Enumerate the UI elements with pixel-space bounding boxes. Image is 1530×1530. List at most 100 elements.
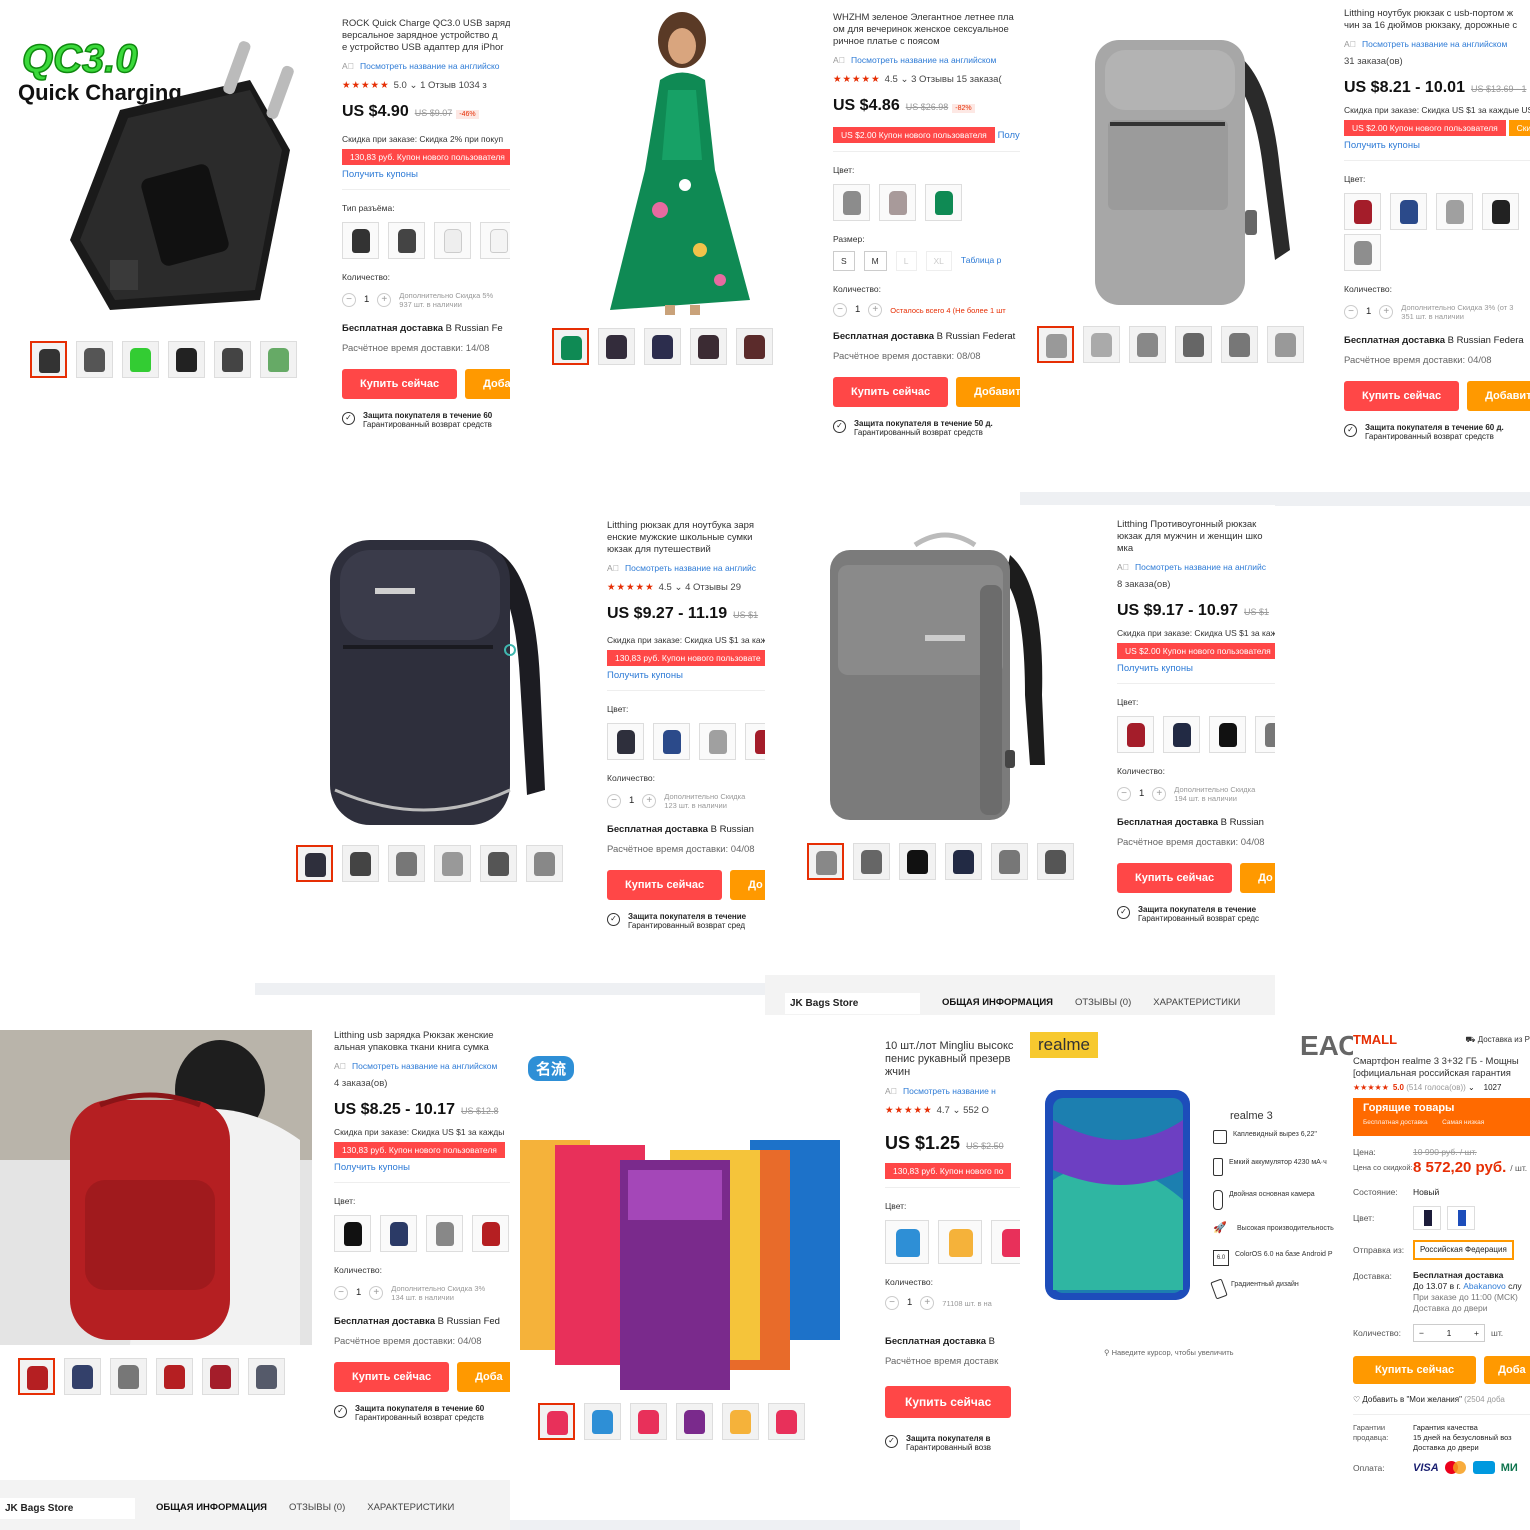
- color-swatch[interactable]: [1436, 193, 1473, 230]
- thumbnail[interactable]: [598, 328, 635, 365]
- color-swatch[interactable]: [607, 723, 644, 760]
- option-swatch[interactable]: [388, 222, 425, 259]
- option-swatch[interactable]: [480, 222, 510, 259]
- thumbnail[interactable]: [388, 845, 425, 882]
- tab-specs[interactable]: ХАРАКТЕРИСТИКИ: [367, 1502, 454, 1513]
- store-name[interactable]: JK Bags Store: [785, 993, 920, 1014]
- buy-now-button[interactable]: Купить сейчас: [1117, 863, 1233, 893]
- color-swatch[interactable]: [1344, 193, 1381, 230]
- translate-link[interactable]: A⃣ Посмотреть название на английс: [1117, 561, 1275, 573]
- qty-plus-button[interactable]: +: [1152, 787, 1167, 801]
- tab-overview[interactable]: ОБЩАЯ ИНФОРМАЦИЯ: [156, 1502, 267, 1513]
- product-image[interactable]: [820, 525, 1060, 825]
- qty-plus-button[interactable]: +: [1474, 1327, 1479, 1339]
- coupon-badge[interactable]: 130,83 руб. Купон нового пользователя: [342, 149, 510, 165]
- thumbnail[interactable]: [1037, 326, 1074, 363]
- qty-value[interactable]: 1: [1139, 788, 1144, 800]
- thumbnail[interactable]: [991, 843, 1028, 880]
- get-coupons-link[interactable]: Получить купоны: [342, 169, 510, 181]
- coupon-badge[interactable]: US $2.00 Купон нового пользователя: [833, 127, 995, 143]
- coupon-badge[interactable]: 130,83 руб. Купон нового пользователя: [334, 1142, 505, 1158]
- option-swatch[interactable]: [342, 222, 379, 259]
- product-image[interactable]: 名流: [520, 1050, 865, 1390]
- size-option[interactable]: M: [863, 251, 887, 271]
- ship-from-option[interactable]: Российская Федерация: [1413, 1240, 1514, 1260]
- thumbnail[interactable]: [156, 1358, 193, 1395]
- qty-minus-button[interactable]: −: [885, 1296, 899, 1310]
- thumbnail[interactable]: [434, 845, 471, 882]
- color-swatch[interactable]: [991, 1220, 1020, 1264]
- thumbnail[interactable]: [214, 341, 251, 378]
- size-chart-link[interactable]: Таблица р: [961, 251, 1001, 271]
- buy-now-button[interactable]: Купить сейчас: [607, 870, 723, 900]
- thumbnail[interactable]: [945, 843, 982, 880]
- thumbnail[interactable]: [168, 341, 205, 378]
- buy-now-button[interactable]: Купить сейчас: [885, 1386, 1012, 1418]
- thumbnail[interactable]: [296, 845, 333, 882]
- add-to-cart-button[interactable]: Добавить: [956, 377, 1020, 407]
- thumbnail[interactable]: [260, 341, 297, 378]
- thumbnail[interactable]: [122, 341, 159, 378]
- color-swatch[interactable]: [885, 1220, 929, 1264]
- thumbnail[interactable]: [526, 845, 563, 882]
- thumbnail[interactable]: [248, 1358, 285, 1395]
- qty-minus-button[interactable]: −: [334, 1286, 348, 1300]
- thumbnail[interactable]: [807, 843, 844, 880]
- color-swatch[interactable]: [653, 723, 690, 760]
- thumbnail[interactable]: [676, 1403, 713, 1440]
- qty-value[interactable]: 1: [1366, 306, 1371, 318]
- store-name[interactable]: JK Bags Store: [0, 1498, 135, 1519]
- thumbnail[interactable]: [76, 341, 113, 378]
- qty-value[interactable]: 1: [364, 294, 369, 306]
- product-image[interactable]: realme ЕАС realme 3 Каплевидный вырез 6,…: [1028, 1030, 1353, 1370]
- qty-minus-button[interactable]: −: [1419, 1327, 1424, 1339]
- qty-plus-button[interactable]: +: [369, 1286, 384, 1300]
- color-swatch[interactable]: [1209, 716, 1246, 753]
- color-swatch[interactable]: [334, 1215, 371, 1252]
- coupon-badge[interactable]: US $2.00 Купон нового пользователя: [1117, 643, 1275, 659]
- qty-minus-button[interactable]: −: [833, 303, 847, 317]
- color-swatch[interactable]: [833, 184, 870, 221]
- thumbnail[interactable]: [18, 1358, 55, 1395]
- thumbnail[interactable]: [584, 1403, 621, 1440]
- buy-now-button[interactable]: Купить сейчас: [1353, 1356, 1477, 1384]
- color-swatch[interactable]: [925, 184, 962, 221]
- thumbnail[interactable]: [64, 1358, 101, 1395]
- add-to-cart-button[interactable]: Добавить: [1467, 381, 1530, 411]
- thumbnail[interactable]: [736, 328, 773, 365]
- size-option[interactable]: L: [895, 251, 917, 271]
- thumbnail[interactable]: [722, 1403, 759, 1440]
- qty-value[interactable]: 1: [907, 1297, 912, 1309]
- color-swatch[interactable]: [1344, 234, 1381, 271]
- color-swatch[interactable]: [1163, 716, 1200, 753]
- get-coupons-link[interactable]: Полу: [998, 130, 1020, 141]
- tab-reviews[interactable]: ОТЗЫВЫ (0): [1075, 997, 1131, 1008]
- thumbnail[interactable]: [480, 845, 517, 882]
- color-swatch[interactable]: [472, 1215, 509, 1252]
- get-coupons-link[interactable]: Получить купоны: [1344, 140, 1530, 152]
- color-swatch[interactable]: [426, 1215, 463, 1252]
- color-swatch[interactable]: [699, 723, 736, 760]
- color-swatch[interactable]: [1255, 716, 1275, 753]
- thumbnail[interactable]: [1037, 843, 1074, 880]
- get-coupons-link[interactable]: Получить купоны: [334, 1162, 510, 1174]
- qty-plus-button[interactable]: +: [377, 293, 392, 307]
- translate-link[interactable]: A⃣ Посмотреть название на английско: [342, 60, 510, 72]
- buy-now-button[interactable]: Купить сейчас: [833, 377, 949, 407]
- buy-now-button[interactable]: Купить сейчас: [1344, 381, 1460, 411]
- thumbnail[interactable]: [1083, 326, 1120, 363]
- qty-minus-button[interactable]: −: [342, 293, 356, 307]
- qty-plus-button[interactable]: +: [1379, 305, 1394, 319]
- add-to-cart-button[interactable]: До: [730, 870, 765, 900]
- translate-link[interactable]: A⃣ Посмотреть название на английс: [607, 562, 765, 574]
- thumbnail[interactable]: [630, 1403, 667, 1440]
- color-swatch[interactable]: [380, 1215, 417, 1252]
- thumbnail[interactable]: [202, 1358, 239, 1395]
- color-swatch[interactable]: [879, 184, 916, 221]
- translate-link[interactable]: A⃣ Посмотреть название на английском: [833, 54, 1020, 66]
- product-image[interactable]: [590, 10, 770, 320]
- size-option[interactable]: XL: [925, 251, 952, 271]
- thumbnail[interactable]: [644, 328, 681, 365]
- add-to-cart-button[interactable]: Доба: [457, 1362, 510, 1392]
- thumbnail[interactable]: [690, 328, 727, 365]
